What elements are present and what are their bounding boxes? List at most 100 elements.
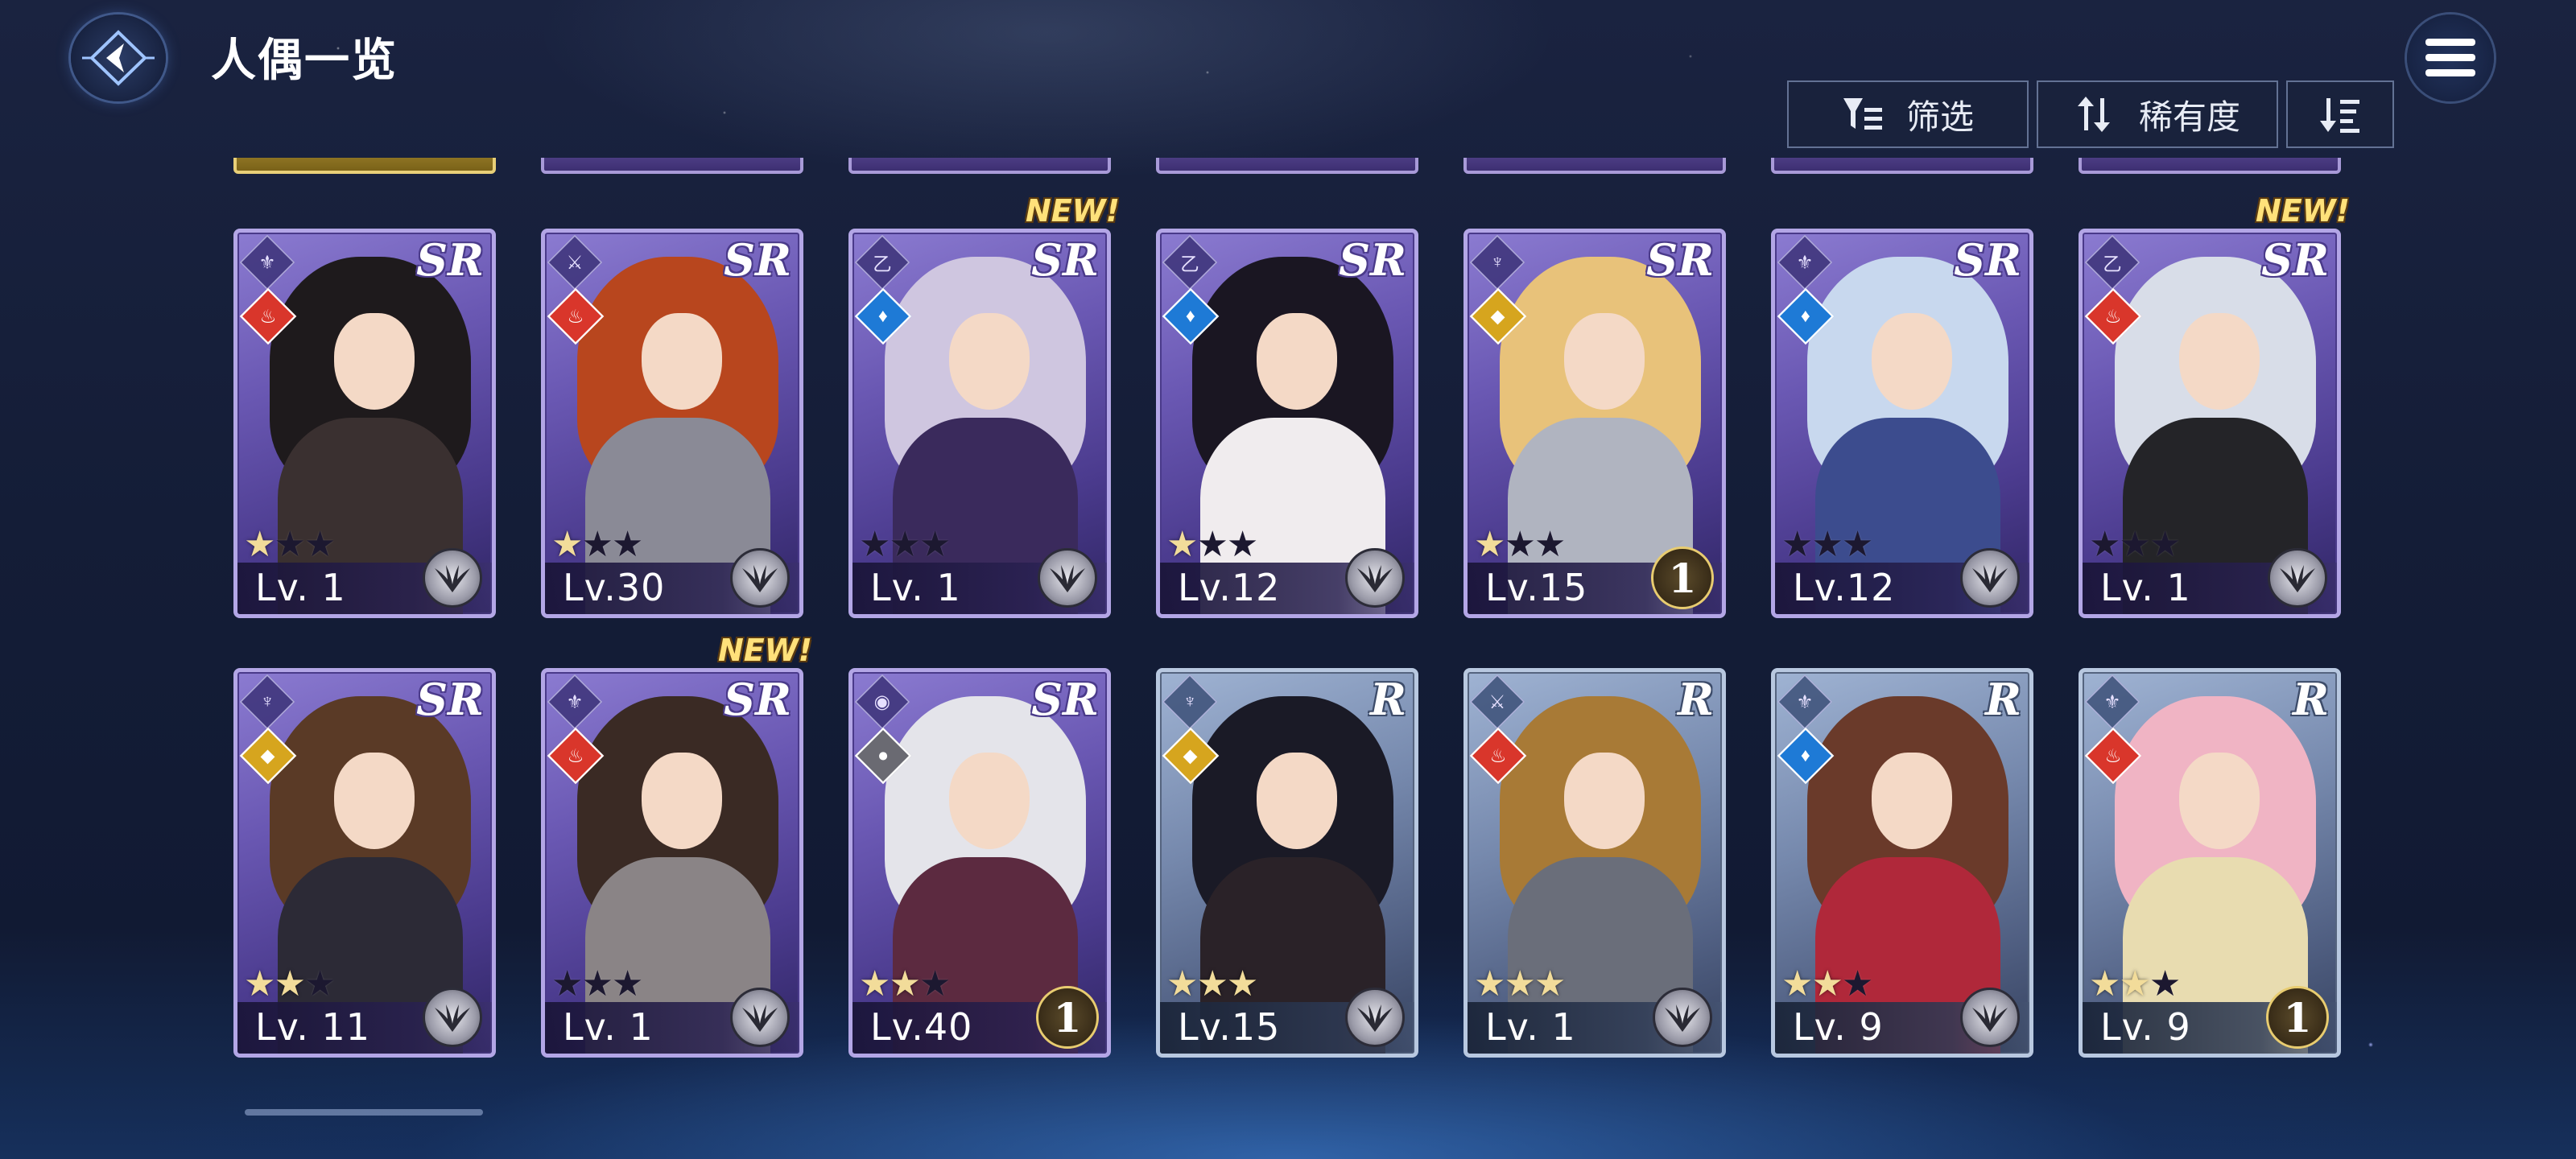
- portrait-face: [949, 313, 1030, 410]
- character-card[interactable]: ⚜ ♨ SR ★★★ Lv. 1: [233, 229, 496, 618]
- portrait-face: [334, 753, 415, 849]
- class-glyph: ⚜: [1796, 691, 1814, 712]
- star-empty-icon: ★: [859, 525, 890, 564]
- hamburger-icon: [2425, 39, 2475, 76]
- character-card[interactable]: 乙 ♦ SR ★★★ Lv. 1: [848, 229, 1111, 618]
- partial-card[interactable]: [1156, 158, 1418, 174]
- character-card[interactable]: ♆ ◆ R ★★★ Lv.15: [1156, 668, 1418, 1058]
- level-label: Lv. 1: [870, 566, 961, 609]
- wings-rank-icon: [2268, 548, 2327, 608]
- back-button[interactable]: [71, 14, 166, 101]
- rarity-sort-button[interactable]: 稀有度: [2037, 80, 2278, 148]
- sort-order-button[interactable]: [2286, 80, 2394, 148]
- element-glyph: ♦: [1801, 305, 1810, 327]
- character-card[interactable]: ⚔ ♨ SR ★★★ Lv.30: [541, 229, 803, 618]
- star-empty-icon: ★: [611, 525, 643, 564]
- class-glyph: ⚔: [566, 252, 584, 273]
- element-glyph: ♨: [567, 745, 584, 766]
- star-filled-icon: ★: [1474, 964, 1505, 1004]
- element-glyph: ♦: [878, 305, 888, 327]
- class-glyph: 乙: [873, 254, 892, 275]
- portrait-face: [642, 313, 722, 410]
- class-glyph: ♆: [1183, 691, 1197, 712]
- character-card[interactable]: ⚔ ♨ R ★★★ Lv. 1: [1463, 668, 1726, 1058]
- character-card[interactable]: 乙 ♨ SR ★★★ Lv. 1: [2079, 229, 2341, 618]
- class-glyph: ⚜: [258, 252, 276, 273]
- star-empty-icon: ★: [1841, 964, 1873, 1004]
- rarity-label: R: [1985, 674, 2021, 725]
- star-empty-icon: ★: [551, 964, 583, 1004]
- wings-rank-icon: [730, 988, 790, 1047]
- back-arrow-icon: [82, 30, 155, 86]
- partial-card[interactable]: [1463, 158, 1726, 174]
- character-card[interactable]: ⚜ ♨ R ★★★ Lv. 91: [2079, 668, 2341, 1058]
- portrait-face: [334, 313, 415, 410]
- star-rating: ★★★: [1166, 524, 1258, 565]
- rarity-label: SR: [724, 674, 791, 725]
- portrait-face: [1257, 313, 1337, 410]
- level-label: Lv. 1: [2100, 566, 2191, 609]
- level-label: Lv. 1: [563, 1005, 654, 1049]
- star-empty-icon: ★: [1811, 525, 1843, 564]
- element-glyph: ♦: [1801, 744, 1810, 766]
- rarity-label: R: [1370, 674, 1406, 725]
- partial-card-row: [0, 158, 2576, 175]
- star-empty-icon: ★: [611, 964, 643, 1004]
- character-card[interactable]: ◉ ● SR ★★★ Lv.40 1: [848, 668, 1111, 1058]
- star-empty-icon: ★: [2119, 525, 2150, 564]
- rank-badge: 1: [2266, 986, 2329, 1049]
- level-label: Lv. 9: [1793, 1005, 1884, 1049]
- star-filled-icon: ★: [274, 964, 305, 1004]
- horizontal-scrollbar[interactable]: [245, 1109, 483, 1116]
- star-filled-icon: ★: [244, 525, 275, 564]
- star-filled-icon: ★: [1504, 964, 1535, 1004]
- class-glyph: ♆: [260, 691, 275, 712]
- level-label: Lv. 1: [255, 566, 346, 609]
- star-empty-icon: ★: [2149, 964, 2181, 1004]
- rarity-label: SR: [1954, 234, 2021, 286]
- rarity-label: SR: [416, 674, 484, 725]
- partial-card[interactable]: [2079, 158, 2341, 174]
- class-glyph: ◉: [873, 691, 891, 712]
- wings-rank-icon: [1038, 548, 1097, 608]
- partial-card[interactable]: [848, 158, 1111, 174]
- star-filled-icon: ★: [1811, 964, 1843, 1004]
- character-card[interactable]: ⚜ ♦ SR ★★★ Lv.12: [1771, 229, 2033, 618]
- element-glyph: ♨: [567, 306, 584, 327]
- star-filled-icon: ★: [1166, 525, 1198, 564]
- star-rating: ★★★: [2089, 524, 2181, 565]
- character-card[interactable]: ♆ ◆ SR ★★★ Lv. 11: [233, 668, 496, 1058]
- element-glyph: ♨: [2104, 306, 2122, 327]
- star-filled-icon: ★: [1196, 964, 1228, 1004]
- star-filled-icon: ★: [244, 964, 275, 1004]
- star-rating: ★★★: [551, 963, 643, 1004]
- star-empty-icon: ★: [581, 964, 613, 1004]
- sort-descending-icon: [2320, 98, 2359, 133]
- partial-card[interactable]: [233, 158, 496, 174]
- sort-arrows-icon: [2077, 97, 2110, 132]
- filter-icon: [1843, 98, 1882, 130]
- character-card[interactable]: ♆ ◆ SR ★★★ Lv.15 1: [1463, 229, 1726, 618]
- portrait-face: [1872, 753, 1952, 849]
- star-rating: ★★★: [1474, 963, 1566, 1004]
- partial-card[interactable]: [541, 158, 803, 174]
- filter-label: 筛选: [1905, 97, 1974, 137]
- partial-card[interactable]: [1771, 158, 2033, 174]
- new-badge: NEW!: [2256, 193, 2351, 229]
- wings-rank-icon: [1653, 988, 1712, 1047]
- menu-button[interactable]: [2407, 14, 2494, 101]
- level-label: Lv. 11: [255, 1005, 371, 1049]
- page-title: 人偶一览: [211, 35, 398, 87]
- new-badge: NEW!: [718, 633, 813, 668]
- character-card[interactable]: ⚜ ♨ SR ★★★ Lv. 1: [541, 668, 803, 1058]
- class-glyph: ⚜: [1796, 252, 1814, 273]
- rarity-label: SR: [416, 234, 484, 286]
- star-empty-icon: ★: [1841, 525, 1873, 564]
- star-empty-icon: ★: [919, 525, 951, 564]
- character-card[interactable]: 乙 ♦ SR ★★★ Lv.12: [1156, 229, 1418, 618]
- wings-rank-icon: [730, 548, 790, 608]
- filter-button[interactable]: 筛选: [1787, 80, 2029, 148]
- character-card[interactable]: ⚜ ♦ R ★★★ Lv. 9: [1771, 668, 2033, 1058]
- portrait-face: [1872, 313, 1952, 410]
- class-glyph: ⚜: [566, 691, 584, 712]
